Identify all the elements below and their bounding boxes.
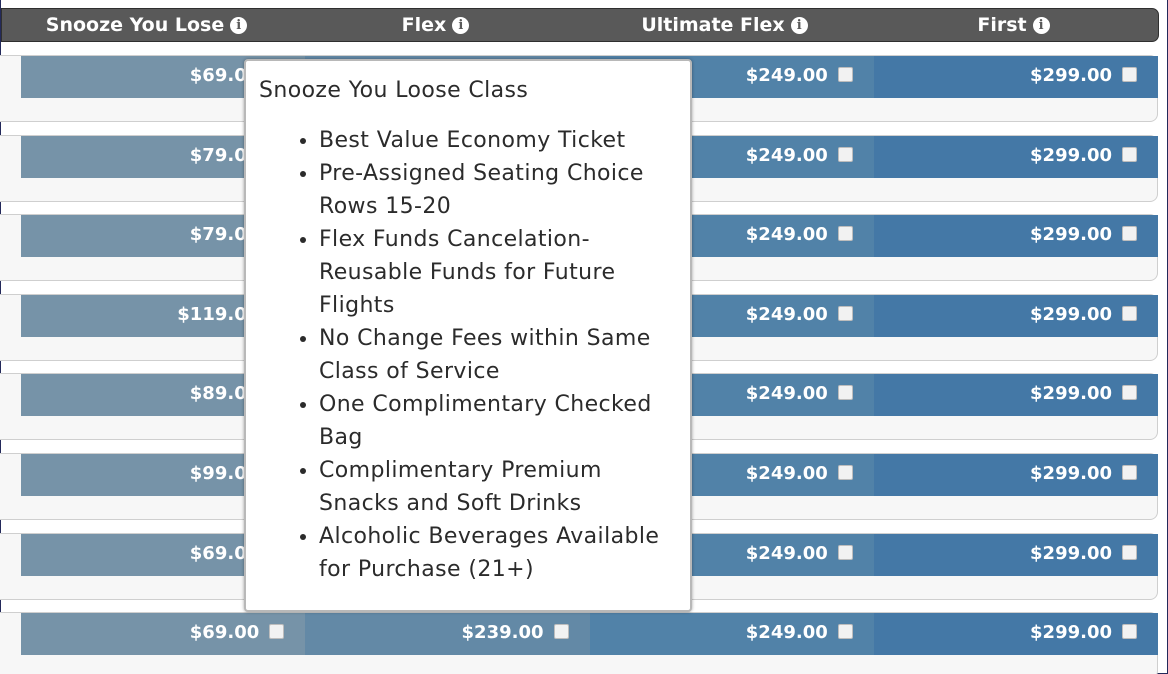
- fare-select-checkbox[interactable]: [1122, 464, 1137, 480]
- fare-price: $249.00: [745, 224, 828, 246]
- fare-select-checkbox[interactable]: [1122, 305, 1137, 321]
- fare-option-first[interactable]: $299.00: [873, 215, 1158, 258]
- fare-class-header: Snooze You Lose i Flex i Ultimate Flex i First…: [1, 8, 1159, 42]
- column-header-snooze-you-lose: Snooze You Lose i: [2, 9, 291, 41]
- fare-price: $249.00: [745, 383, 828, 405]
- fare-option-flex[interactable]: $239.00: [305, 613, 590, 656]
- fare-price: $249.00: [745, 462, 828, 484]
- tooltip-feature-item: Pre-Assigned Seating Choice Rows 15-20: [319, 157, 678, 223]
- fare-select-checkbox[interactable]: [837, 385, 853, 401]
- fare-option-first[interactable]: $299.00: [873, 613, 1158, 656]
- info-icon[interactable]: i: [1032, 16, 1050, 34]
- fare-price: $299.00: [1030, 462, 1112, 484]
- fare-select-checkbox[interactable]: [269, 624, 285, 640]
- tooltip-feature-item: Best Value Economy Ticket: [319, 124, 678, 157]
- column-header-label: First: [977, 14, 1027, 36]
- tooltip-feature-item: No Change Fees within Same Class of Serv…: [319, 322, 678, 388]
- column-header-label: Ultimate Flex: [641, 14, 785, 36]
- fare-price: $299.00: [1030, 383, 1112, 405]
- fare-option-snooze-you-lose[interactable]: $69.00: [21, 613, 306, 656]
- fare-price: $299.00: [1030, 224, 1112, 246]
- tooltip-title: Snooze You Loose Class: [259, 78, 529, 103]
- fare-select-checkbox[interactable]: [837, 67, 853, 82]
- fare-price: $249.00: [745, 542, 828, 564]
- fare-select-checkbox[interactable]: [1122, 385, 1137, 401]
- info-icon[interactable]: i: [790, 16, 808, 34]
- fare-price: $239.00: [461, 622, 544, 644]
- fare-select-checkbox[interactable]: [1122, 146, 1137, 162]
- info-icon[interactable]: i: [452, 16, 470, 34]
- fare-select-checkbox[interactable]: [1122, 544, 1137, 560]
- fare-options: $69.00 $239.00 $249.00 $299.00: [21, 613, 1158, 656]
- fare-select-checkbox[interactable]: [553, 624, 569, 640]
- column-header-label: Snooze You Lose: [45, 14, 225, 36]
- column-header-flex: Flex i: [291, 9, 580, 41]
- fare-option-first[interactable]: $299.00: [873, 374, 1158, 417]
- fare-price: $299.00: [1030, 144, 1112, 166]
- fare-class-tooltip: Snooze You Loose Class Best Value Econom…: [244, 59, 692, 612]
- tooltip-feature-item: Complimentary Premium Snacks and Soft Dr…: [319, 454, 678, 520]
- column-header-label: Flex: [401, 14, 447, 36]
- fare-price: $299.00: [1030, 622, 1112, 644]
- fare-price: $249.00: [745, 65, 828, 86]
- fare-select-checkbox[interactable]: [837, 226, 853, 242]
- fare-option-first[interactable]: $299.00: [873, 135, 1158, 178]
- tooltip-feature-item: Alcoholic Beverages Available for Purcha…: [319, 520, 678, 586]
- fare-price: $299.00: [1030, 542, 1112, 564]
- fare-price: $299.00: [1030, 303, 1112, 325]
- column-header-ultimate-flex: Ultimate Flex i: [580, 9, 869, 41]
- fare-select-checkbox[interactable]: [1122, 67, 1137, 82]
- fare-select-checkbox[interactable]: [837, 146, 853, 162]
- tooltip-feature-item: Flex Funds Cancelation- Reusable Funds f…: [319, 223, 678, 322]
- fare-select-checkbox[interactable]: [837, 624, 853, 640]
- fare-price: $69.00: [189, 622, 260, 644]
- fare-price: $249.00: [745, 303, 828, 325]
- fare-option-first[interactable]: $299.00: [873, 56, 1158, 98]
- fare-option-first[interactable]: $299.00: [873, 453, 1158, 496]
- fare-option-first[interactable]: $299.00: [873, 533, 1158, 576]
- fare-select-checkbox[interactable]: [1122, 624, 1137, 640]
- fare-option-ultimate-flex[interactable]: $249.00: [589, 613, 874, 656]
- tooltip-feature-item: One Complimentary Checked Bag: [319, 388, 678, 454]
- column-header-first: First i: [869, 9, 1158, 41]
- fare-price: $249.00: [745, 622, 828, 644]
- fare-select-checkbox[interactable]: [837, 544, 853, 560]
- info-icon[interactable]: i: [230, 16, 248, 34]
- fare-option-first[interactable]: $299.00: [873, 294, 1158, 337]
- fare-select-checkbox[interactable]: [837, 464, 853, 480]
- fare-select-checkbox[interactable]: [1122, 226, 1137, 242]
- fare-select-checkbox[interactable]: [837, 305, 853, 321]
- fare-price: $299.00: [1030, 65, 1112, 86]
- tooltip-feature-list: Best Value Economy TicketPre-Assigned Se…: [259, 124, 678, 586]
- fare-row: $69.00 $239.00 $249.00 $299.00: [0, 612, 1160, 674]
- fare-price: $249.00: [745, 144, 828, 166]
